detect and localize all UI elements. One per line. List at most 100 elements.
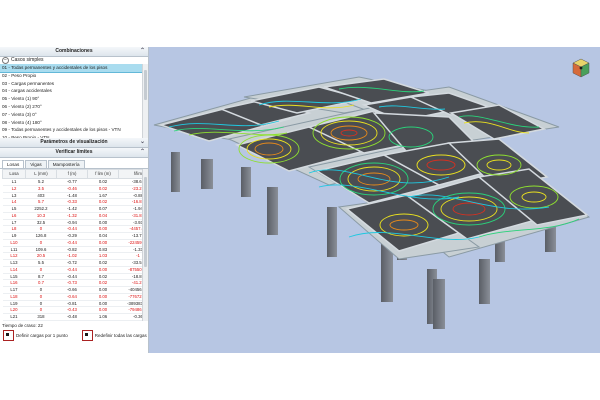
table-cell: 10.3 — [25, 212, 57, 220]
col-f[interactable]: f (m) — [56, 169, 88, 179]
table-row[interactable]: L19 0 -0.81 0.00 -389383.84 — [2, 300, 148, 308]
col-losa[interactable]: Losa — [2, 169, 26, 179]
table-cell: -0.48 — [56, 313, 88, 321]
table-cell: 0 — [25, 286, 57, 294]
table-cell: 0 — [25, 239, 57, 247]
table-cell: 0.02 — [87, 259, 119, 267]
tab-mamposteria[interactable]: Mampostería — [47, 160, 85, 168]
table-row[interactable]: L16 0.7 -0.73 0.02 -41.21 — [2, 279, 148, 287]
combination-item[interactable]: 05 - Viento (1) 90° — [0, 95, 148, 103]
table-cell: L7 — [2, 219, 26, 227]
limits-table-container: Losa L (mm) f (m) f lim (m) f/lim L1 5.2-… — [0, 169, 148, 321]
table-cell: -0.29 — [56, 232, 88, 240]
table-cell: L19 — [2, 300, 26, 308]
combinations-scrollbar[interactable] — [142, 64, 148, 138]
table-row[interactable]: L15 8.7 -0.44 0.02 -18.86 — [2, 273, 148, 281]
table-cell: -0.81 — [56, 300, 88, 308]
table-row[interactable]: L13 5.5 -0.72 0.02 -33.55 — [2, 259, 148, 267]
table-row[interactable]: L10 0 -0.44 0.00 -22459.82 — [2, 239, 148, 247]
table-row[interactable]: L8 0 -0.44 0.00 -4457.05 — [2, 225, 148, 233]
table-cell: 126.8 — [25, 232, 57, 240]
table-cell: -0.43 — [56, 306, 88, 314]
table-cell: L17 — [2, 286, 26, 294]
combination-item[interactable]: 03 - Cargas permanentes — [0, 80, 148, 88]
table-row[interactable]: L1 5.2 -0.77 0.02 -38.61 — [2, 178, 148, 186]
table-cell: L8 — [2, 225, 26, 233]
define-point-icon — [3, 329, 14, 341]
table-cell: L12 — [2, 252, 26, 260]
define-loads-button[interactable]: Definir cargas por 1 punto — [3, 329, 68, 341]
redefine-loads-button[interactable]: Redefinir todas las cargas — [81, 329, 147, 341]
chevron-up-icon[interactable]: ⌃ — [140, 148, 145, 157]
table-cell: 1.06 — [87, 313, 119, 321]
combinations-title: Combinaciones — [55, 48, 93, 54]
table-row[interactable]: L11 109.6 -0.82 0.83 -1.33 — [2, 246, 148, 254]
table-cell: 0.00 — [87, 286, 119, 294]
table-cell: 0.04 — [87, 232, 119, 240]
table-cell: 0 — [25, 225, 57, 233]
table-row[interactable]: L17 0 -0.66 0.00 -40456.77 — [2, 286, 148, 294]
tab-vigas[interactable]: Vigas — [25, 160, 47, 168]
redefine-loads-label: Redefinir todas las cargas — [94, 332, 147, 338]
table-row[interactable]: L12 20.5 -1.02 1.03 -1 — [2, 252, 148, 260]
table-cell: L16 — [2, 279, 26, 287]
table-row[interactable]: L20 0 -0.43 0.00 -79486.77 — [2, 306, 148, 314]
table-cell: 318 — [25, 313, 57, 321]
table-cell: 0.02 — [87, 273, 119, 281]
table-cell: 0 — [25, 320, 57, 321]
table-cell: 0.7 — [25, 279, 57, 287]
table-cell: -0.44 — [56, 266, 88, 274]
table-cell: L14 — [2, 266, 26, 274]
table-cell: -0.46 — [56, 185, 88, 193]
combination-item[interactable]: 01 - Todas permanentes y accidentales de… — [0, 64, 148, 73]
3d-viewport[interactable] — [149, 47, 600, 353]
table-cell: 0 — [25, 293, 57, 301]
table-cell: -0.73 — [56, 279, 88, 287]
visualization-params-header[interactable]: Parámetros de visualización ⌄ — [0, 138, 148, 148]
col-l[interactable]: L (mm) — [25, 169, 57, 179]
minus-circle-icon[interactable]: − — [2, 57, 9, 64]
verify-limits-header[interactable]: Verificar límites ⌃ — [0, 148, 148, 158]
chevron-down-icon[interactable]: ⌄ — [140, 138, 145, 147]
combination-item[interactable]: 02 - Peso Propio — [0, 72, 148, 80]
table-cell: L21 — [2, 313, 26, 321]
table-cell: -0.44 — [56, 273, 88, 281]
redefine-all-icon — [81, 329, 93, 341]
table-cell: 8.7 — [25, 273, 57, 281]
table-cell: 0 — [25, 300, 57, 308]
timing-note: Tiempo de craso: 22 — [2, 323, 43, 328]
combination-item[interactable]: 09 - Todas permanentes y accidentales de… — [0, 126, 148, 134]
combination-item[interactable]: 08 - Viento (4) 180° — [0, 119, 148, 127]
table-row[interactable]: L5 2252.2 -1.42 0.07 -1.94 — [2, 205, 148, 213]
table-row[interactable]: L3 403 -1.48 1.67 -0.88 — [2, 192, 148, 200]
combination-item[interactable]: 04 - cargas accidentales — [0, 87, 148, 95]
table-cell: -1.02 — [56, 252, 88, 260]
table-row[interactable]: L4 5.7 -0.33 0.02 -16.82 — [2, 198, 148, 206]
table-cell: L3 — [2, 192, 26, 200]
combination-item[interactable]: 06 - Viento (2) 270° — [0, 103, 148, 111]
table-row[interactable]: L14 0 -0.44 0.00 -87550.96 — [2, 266, 148, 274]
table-cell: -1.32 — [56, 212, 88, 220]
table-scrollbar[interactable] — [142, 169, 148, 321]
tab-losas[interactable]: Losas — [2, 160, 25, 168]
view-cube-icon[interactable] — [572, 58, 590, 78]
chevron-up-icon[interactable]: ⌃ — [140, 47, 145, 56]
table-cell: 0.83 — [87, 246, 119, 254]
table-cell: 0 — [25, 306, 57, 314]
table-row[interactable]: L6 10.3 -1.32 0.04 -31.82 — [2, 212, 148, 220]
table-cell: L1 — [2, 178, 26, 186]
combination-item[interactable]: 07 - Viento (3) 0° — [0, 111, 148, 119]
table-row[interactable]: L9 126.8 -0.29 0.04 -13.71 — [2, 232, 148, 240]
table-row[interactable]: L2 3.5 -0.46 0.02 -23.21 — [2, 185, 148, 193]
combinations-list: 01 - Todas permanentes y accidentales de… — [0, 64, 148, 138]
table-row[interactable]: L220-0.440.00-46637.57 — [2, 320, 148, 321]
table-row[interactable]: L21 318 -0.48 1.06 -0.36 — [2, 313, 148, 321]
table-row[interactable]: L18 0 -0.64 0.00 -77672.81 — [2, 293, 148, 301]
visualization-params-title: Parámetros de visualización — [40, 139, 108, 145]
table-cell: L13 — [2, 259, 26, 267]
col-flim[interactable]: f lim (m) — [87, 169, 119, 179]
simple-cases-node[interactable]: − Casos simples — [0, 57, 148, 64]
table-cell: 5.5 — [25, 259, 57, 267]
table-row[interactable]: L7 32.5 -0.94 0.00 -3.93 — [2, 219, 148, 227]
combinations-header[interactable]: Combinaciones ⌃ — [0, 47, 148, 57]
